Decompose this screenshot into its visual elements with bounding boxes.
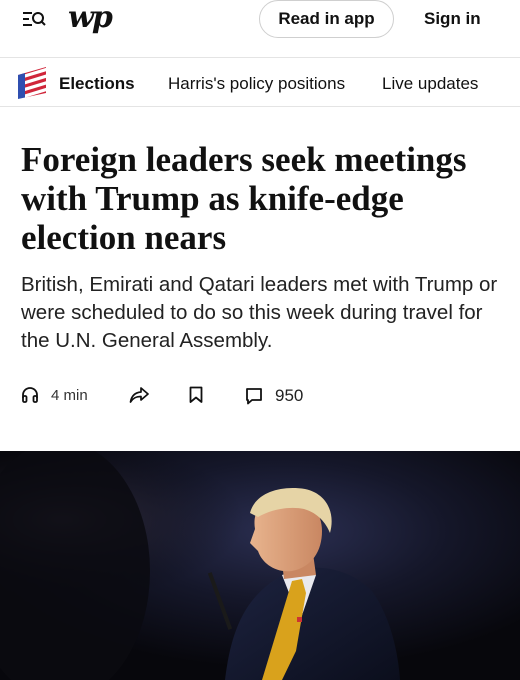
headphones-icon (21, 386, 39, 404)
article-dek: British, Emirati and Qatari leaders met … (21, 273, 498, 352)
section-nav: Elections Harris's policy positions Live… (0, 59, 520, 107)
sign-in-link[interactable]: Sign in (424, 9, 481, 29)
read-in-app-button[interactable]: Read in app (259, 0, 394, 38)
nav-link-live-updates[interactable]: Live updates (382, 74, 478, 94)
listen-button[interactable]: 4 min (21, 386, 88, 404)
logo[interactable]: wp (68, 0, 113, 35)
top-header: wp Read in app Sign in (0, 0, 520, 58)
share-button[interactable] (129, 386, 149, 404)
bookmark-icon (188, 386, 204, 404)
bookmark-button[interactable] (188, 386, 204, 404)
section-label-elections[interactable]: Elections (59, 74, 135, 94)
menu-search-icon[interactable] (22, 10, 46, 30)
comments-button[interactable]: 950 (245, 386, 303, 406)
comment-icon (245, 387, 263, 405)
lead-photo (0, 451, 520, 680)
listen-duration: 4 min (51, 386, 88, 404)
flag-icon (16, 65, 50, 101)
article-actions: 4 min 950 (0, 386, 520, 414)
share-icon (129, 386, 149, 404)
comment-count: 950 (275, 386, 304, 405)
article-headline: Foreign leaders seek meetings with Trump… (21, 140, 467, 257)
nav-link-policy-positions[interactable]: Harris's policy positions (168, 74, 345, 94)
